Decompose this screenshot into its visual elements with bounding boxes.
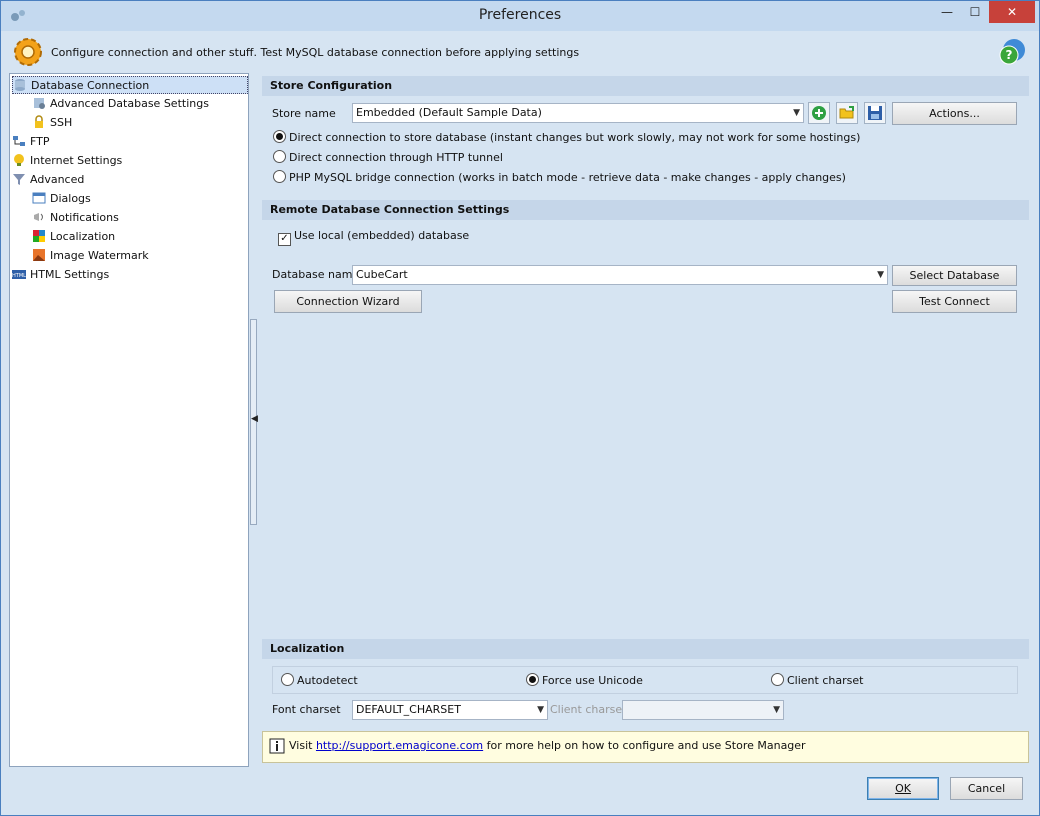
svg-text:?: ? <box>1006 48 1013 62</box>
select-database-button[interactable]: Select Database <box>892 265 1017 286</box>
header-banner: Configure connection and other stuff. Te… <box>9 33 1029 71</box>
database-name-select[interactable]: CubeCart ▼ <box>352 265 888 285</box>
store-configuration-panel: Store Configuration Store name Embedded … <box>262 76 1029 196</box>
internet-icon <box>14 154 24 166</box>
info-bar: Visit http://support.emagicone.com for m… <box>262 731 1029 763</box>
help-icon[interactable]: ? <box>997 37 1027 67</box>
window-title: Preferences <box>478 7 562 23</box>
close-button[interactable]: ✕ <box>989 1 1035 23</box>
gear-icon <box>14 38 42 66</box>
client-charset-label: Client charset <box>550 703 627 716</box>
ftp-icon <box>13 136 25 146</box>
minimize-button[interactable]: — <box>933 1 961 23</box>
dialog-icon <box>32 192 46 204</box>
database-name-label: Database name <box>272 268 360 281</box>
folder-open-icon <box>839 106 854 119</box>
radio-force-unicode[interactable]: Force use Unicode <box>526 673 643 687</box>
localization-heading: Localization <box>262 639 1029 659</box>
tree-item-advanced[interactable]: Advanced <box>12 171 84 189</box>
svg-text:HTML: HTML <box>12 273 26 279</box>
database-settings-icon <box>34 98 45 109</box>
tree-item-image-watermark[interactable]: Image Watermark <box>32 247 149 265</box>
radio-php-bridge[interactable]: PHP MySQL bridge connection (works in ba… <box>273 170 846 184</box>
add-store-button[interactable] <box>808 102 830 124</box>
collapse-arrow-icon[interactable]: ◀ <box>251 414 258 424</box>
preferences-window: Preferences — ☐ ✕ Configure connection a… <box>0 0 1040 816</box>
database-icon <box>15 79 25 91</box>
info-text: Visit http://support.emagicone.com for m… <box>289 739 806 752</box>
ok-button[interactable]: OK <box>867 777 939 800</box>
open-store-button[interactable] <box>836 102 858 124</box>
tree-item-html-settings[interactable]: HTML HTML Settings <box>12 266 109 284</box>
font-charset-select[interactable]: DEFAULT_CHARSET ▼ <box>352 700 548 720</box>
tree-item-database-connection[interactable]: Database Connection <box>12 76 248 94</box>
support-link[interactable]: http://support.emagicone.com <box>316 739 483 752</box>
radio-client-charset[interactable]: Client charset <box>771 673 863 687</box>
cancel-button[interactable]: Cancel <box>950 777 1023 800</box>
tree-item-ftp[interactable]: FTP <box>12 133 50 151</box>
chevron-down-icon: ▼ <box>773 705 780 715</box>
header-text: Configure connection and other stuff. Te… <box>51 46 580 59</box>
connection-wizard-button[interactable]: Connection Wizard <box>274 290 422 313</box>
tree-item-advanced-database-settings[interactable]: Advanced Database Settings <box>32 95 209 113</box>
radio-direct-connection[interactable]: Direct connection to store database (ins… <box>273 130 860 144</box>
tree-item-notifications[interactable]: Notifications <box>32 209 119 227</box>
localization-panel: Localization Autodetect Force use Unicod… <box>262 639 1029 727</box>
title-bar[interactable]: Preferences — ☐ ✕ <box>1 1 1039 31</box>
tree-item-localization[interactable]: Localization <box>32 228 115 246</box>
localization-icon <box>33 230 45 242</box>
store-name-label: Store name <box>272 107 336 120</box>
chevron-down-icon: ▼ <box>537 705 544 715</box>
image-icon <box>33 249 45 261</box>
save-store-button[interactable] <box>864 102 886 124</box>
radio-http-tunnel[interactable]: Direct connection through HTTP tunnel <box>273 150 503 164</box>
store-configuration-heading: Store Configuration <box>262 76 1029 96</box>
tree-item-dialogs[interactable]: Dialogs <box>32 190 91 208</box>
html-icon: HTML <box>12 270 26 279</box>
charset-group <box>272 666 1018 694</box>
use-local-db-checkbox[interactable]: ✓ Use local (embedded) database <box>278 229 469 246</box>
chevron-down-icon: ▼ <box>877 270 884 280</box>
actions-button[interactable]: Actions... <box>892 102 1017 125</box>
test-connect-button[interactable]: Test Connect <box>892 290 1017 313</box>
store-name-select[interactable]: Embedded (Default Sample Data) ▼ <box>352 103 804 123</box>
font-charset-label: Font charset <box>272 703 341 716</box>
funnel-icon <box>13 174 25 185</box>
add-icon <box>812 106 826 120</box>
tree-item-internet-settings[interactable]: Internet Settings <box>12 152 122 170</box>
settings-tree: Database Connection Advanced Database Se… <box>9 73 249 767</box>
lock-icon <box>35 115 43 128</box>
client-charset-select[interactable]: ▼ <box>622 700 784 720</box>
radio-autodetect[interactable]: Autodetect <box>281 673 358 687</box>
check-icon: ✓ <box>278 233 291 246</box>
maximize-button[interactable]: ☐ <box>962 1 988 23</box>
chevron-down-icon: ▼ <box>793 108 800 118</box>
info-icon <box>269 738 285 754</box>
tree-item-ssh[interactable]: SSH <box>32 114 72 132</box>
notification-icon <box>34 213 43 221</box>
save-icon <box>868 106 882 120</box>
remote-db-heading: Remote Database Connection Settings <box>262 200 1029 220</box>
remote-db-panel: Remote Database Connection Settings ✓ Use… <box>262 200 1029 635</box>
